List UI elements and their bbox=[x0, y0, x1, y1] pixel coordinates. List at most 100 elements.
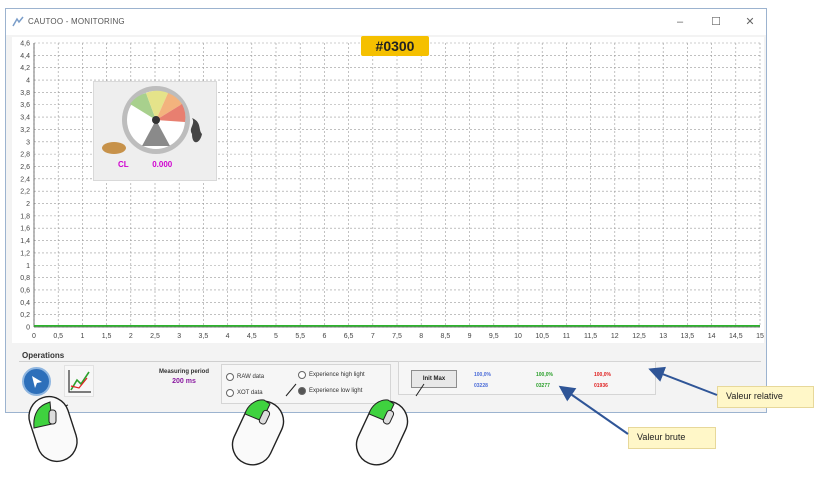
y-tick-label: 0,2 bbox=[20, 312, 30, 319]
gauge-readout: CL 0.000 bbox=[118, 160, 172, 169]
x-tick-label: 4,5 bbox=[247, 333, 257, 340]
x-tick-label: 1 bbox=[80, 333, 84, 340]
relative-value-callout: Valeur relative bbox=[717, 386, 814, 408]
minimize-button[interactable]: – bbox=[670, 14, 690, 30]
chart-icon bbox=[68, 370, 91, 393]
xot-data-radio[interactable]: XOT data bbox=[226, 389, 263, 397]
close-button[interactable]: ✕ bbox=[740, 14, 760, 30]
x-tick-label: 6,5 bbox=[344, 333, 354, 340]
x-tick-label: 2 bbox=[129, 333, 133, 340]
x-tick-label: 3,5 bbox=[199, 333, 209, 340]
y-tick-label: 1,6 bbox=[20, 226, 30, 233]
run-button[interactable] bbox=[22, 367, 51, 396]
chart-button[interactable] bbox=[64, 365, 94, 397]
x-tick-label: 9,5 bbox=[489, 333, 499, 340]
init-max-button[interactable]: Init Max bbox=[411, 370, 457, 388]
y-tick-label: 0,4 bbox=[20, 300, 30, 307]
gauge-icon bbox=[102, 86, 202, 154]
relative-value-red: 100,0% bbox=[594, 372, 611, 378]
x-tick-label: 11 bbox=[563, 333, 570, 340]
raw-value-blue: 03228 bbox=[474, 383, 488, 389]
x-tick-label: 0 bbox=[32, 333, 36, 340]
radio-indicator bbox=[226, 389, 234, 397]
gauge-label: CL bbox=[118, 160, 129, 169]
monitoring-window: CAUTOO - MONITORING – ☐ ✕ 0 0,5 1 1,5 2 2,5 3 3… bbox=[5, 8, 767, 413]
y-tick-label: 1 bbox=[26, 263, 30, 270]
window-title: CAUTOO - MONITORING bbox=[28, 17, 125, 26]
raw-value-red: 01936 bbox=[594, 383, 608, 389]
y-tick-label: 0,6 bbox=[20, 287, 30, 294]
values-panel: Init Max 100,0% 03228 100,0% 03277 100,0… bbox=[398, 361, 656, 395]
x-tick-label: 13,5 bbox=[681, 333, 695, 340]
y-tick-label: 3,2 bbox=[20, 127, 30, 134]
raw-value-callout: Valeur brute bbox=[628, 427, 716, 449]
relative-value-green: 100,0% bbox=[536, 372, 553, 378]
y-tick-label: 0 bbox=[26, 325, 30, 332]
gauge-panel: CL 0.000 bbox=[93, 81, 217, 181]
low-light-radio[interactable]: Experience low light bbox=[298, 387, 362, 395]
x-tick-label: 15 bbox=[756, 333, 764, 340]
gauge-value: 0.000 bbox=[152, 160, 173, 169]
y-tick-label: 2,6 bbox=[20, 164, 30, 171]
radio-indicator bbox=[298, 387, 306, 395]
x-tick-label: 10 bbox=[514, 333, 522, 340]
cursor-icon bbox=[32, 376, 42, 388]
y-tick-label: 2,2 bbox=[20, 189, 30, 196]
raw-value-green: 03277 bbox=[536, 383, 550, 389]
y-tick-label: 3,6 bbox=[20, 102, 30, 109]
x-tick-label: 14 bbox=[708, 333, 716, 340]
y-tick-label: 4,2 bbox=[20, 65, 30, 72]
x-tick-label: 9 bbox=[468, 333, 472, 340]
y-tick-label: 3,4 bbox=[20, 115, 30, 122]
radio-indicator bbox=[226, 373, 234, 381]
x-tick-label: 3 bbox=[177, 333, 181, 340]
y-tick-label: 4 bbox=[26, 78, 30, 85]
y-tick-label: 4,4 bbox=[20, 53, 30, 60]
x-tick-label: 0,5 bbox=[53, 333, 63, 340]
x-tick-label: 7,5 bbox=[392, 333, 402, 340]
smoke-icon bbox=[190, 118, 202, 143]
relative-value-blue: 100,0% bbox=[474, 372, 491, 378]
y-tick-label: 3,8 bbox=[20, 90, 30, 97]
x-tick-label: 14,5 bbox=[729, 333, 743, 340]
y-tick-label: 1,2 bbox=[20, 250, 30, 257]
y-tick-label: 3 bbox=[26, 139, 30, 146]
measuring-period-value: 200 ms bbox=[172, 378, 196, 385]
y-tick-label: 2,4 bbox=[20, 176, 30, 183]
x-tick-label: 12,5 bbox=[632, 333, 646, 340]
title-bar[interactable]: CAUTOO - MONITORING – ☐ ✕ bbox=[6, 9, 766, 35]
x-tick-label: 2,5 bbox=[150, 333, 160, 340]
x-tick-label: 6 bbox=[322, 333, 326, 340]
raw-data-label: RAW data bbox=[237, 374, 265, 380]
maximize-button[interactable]: ☐ bbox=[706, 14, 726, 30]
x-tick-label: 13 bbox=[659, 333, 667, 340]
radio-indicator bbox=[298, 371, 306, 379]
x-tick-label: 1,5 bbox=[102, 333, 112, 340]
y-tick-label: 4,6 bbox=[20, 41, 30, 48]
high-light-radio[interactable]: Experience high light bbox=[298, 371, 365, 379]
x-tick-label: 7 bbox=[371, 333, 375, 340]
y-tick-label: 2,8 bbox=[20, 152, 30, 159]
x-tick-label: 5,5 bbox=[295, 333, 305, 340]
x-tick-label: 8 bbox=[419, 333, 423, 340]
y-tick-label: 1,4 bbox=[20, 238, 30, 245]
xot-data-label: XOT data bbox=[237, 390, 263, 396]
low-light-label: Experience low light bbox=[309, 388, 363, 394]
x-tick-label: 11,5 bbox=[584, 333, 597, 340]
measuring-period-label: Measuring period bbox=[158, 369, 209, 375]
high-light-label: Experience high light bbox=[309, 372, 365, 378]
x-tick-label: 8,5 bbox=[441, 333, 451, 340]
x-tick-label: 12 bbox=[611, 333, 619, 340]
x-tick-label: 10,5 bbox=[535, 333, 549, 340]
y-tick-label: 1,8 bbox=[20, 213, 30, 220]
raw-data-radio[interactable]: RAW data bbox=[226, 373, 264, 381]
sand-pile-icon bbox=[102, 142, 126, 154]
y-tick-label: 2 bbox=[26, 201, 30, 208]
operations-label: Operations bbox=[22, 351, 65, 360]
data-mode-group: RAW data XOT data Experience high light … bbox=[221, 364, 391, 404]
y-tick-label: 0,8 bbox=[20, 275, 30, 282]
app-icon bbox=[12, 16, 24, 27]
x-tick-label: 4 bbox=[226, 333, 230, 340]
id-badge: #0300 bbox=[361, 36, 429, 56]
x-tick-label: 5 bbox=[274, 333, 278, 340]
